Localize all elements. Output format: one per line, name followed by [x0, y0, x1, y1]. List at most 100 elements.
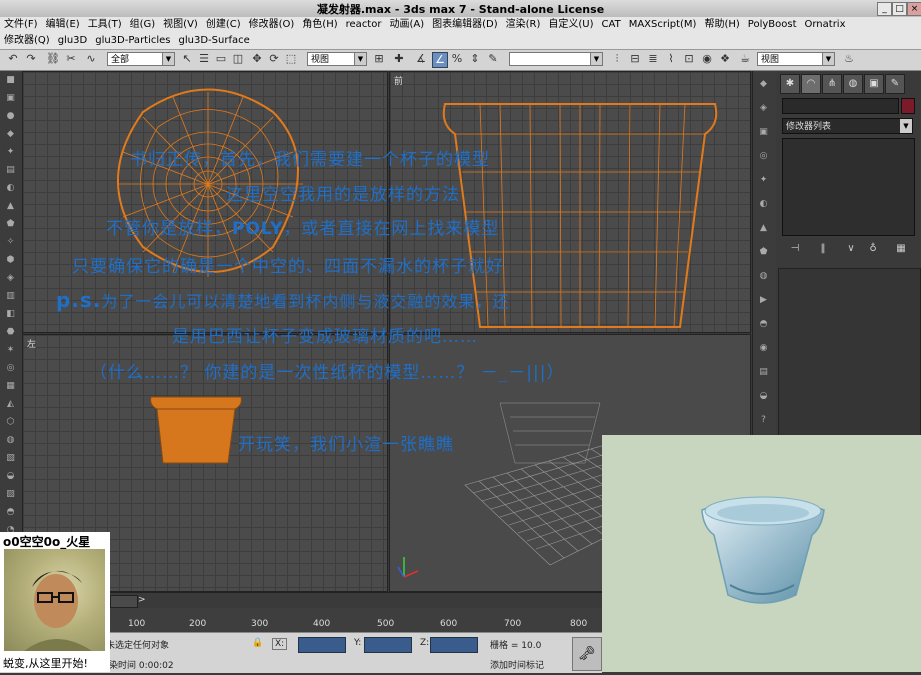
side-icon-6[interactable]: ◐	[757, 199, 770, 210]
tool-icon-4[interactable]: ◆	[4, 129, 17, 140]
select-icon[interactable]: ↖	[180, 52, 194, 66]
tool-icon-22[interactable]: ▧	[4, 453, 17, 464]
key-icon[interactable]: 🗝	[572, 637, 602, 671]
coord-x-field[interactable]	[298, 637, 346, 653]
unlink-icon[interactable]: ✂	[64, 52, 78, 66]
menu-maxscript[interactable]: MAXScript(M)	[625, 17, 701, 33]
lock-selection-icon[interactable]: 🔒	[252, 638, 263, 648]
snap-icon[interactable]: ∡	[414, 52, 428, 66]
menu-help[interactable]: 帮助(H)	[700, 17, 743, 33]
side-icon-9[interactable]: ◍	[757, 271, 770, 282]
show-end-result-icon[interactable]: ‖	[816, 242, 830, 256]
motion-tab-icon[interactable]: ◍	[843, 74, 863, 94]
side-icon-5[interactable]: ✦	[757, 175, 770, 186]
spinner-snap-icon[interactable]: ⇕	[468, 52, 482, 66]
coord-z-field[interactable]	[430, 637, 478, 653]
close-button[interactable]: ×	[907, 2, 921, 16]
bind-spacewarp-icon[interactable]: ∿	[84, 52, 98, 66]
tool-icon-24[interactable]: ▨	[4, 489, 17, 500]
named-selection-dropdown[interactable]: ▼	[509, 52, 603, 66]
selection-filter-dropdown[interactable]: 全部 ▼	[107, 52, 175, 66]
scale-icon[interactable]: ⬚	[284, 52, 298, 66]
move-icon[interactable]: ✥	[250, 52, 264, 66]
percent-snap-icon[interactable]: %	[450, 52, 464, 66]
ref-coord-dropdown[interactable]: 视图 ▼	[307, 52, 367, 66]
menu-views[interactable]: 视图(V)	[159, 17, 202, 33]
quick-render-icon[interactable]: ☕	[738, 52, 752, 66]
tool-icon-16[interactable]: ✶	[4, 345, 17, 356]
tool-icon-23[interactable]: ◒	[4, 471, 17, 482]
menu-file[interactable]: 文件(F)	[0, 17, 42, 33]
tool-icon-11[interactable]: ⬢	[4, 255, 17, 266]
remove-modifier-icon[interactable]: ♁	[866, 242, 880, 256]
create-tab-icon[interactable]: ✱	[780, 74, 800, 94]
tool-icon-21[interactable]: ◍	[4, 435, 17, 446]
undo-icon[interactable]: ↶	[6, 52, 20, 66]
angle-snap-icon[interactable]: ∠	[432, 52, 448, 68]
teapot-render-icon[interactable]: ♨	[842, 52, 856, 66]
menu-rendering[interactable]: 渲染(R)	[502, 17, 545, 33]
menu-animation[interactable]: 动画(A)	[385, 17, 428, 33]
tool-icon-14[interactable]: ◧	[4, 309, 17, 320]
menu-edit[interactable]: 编辑(E)	[42, 17, 84, 33]
menu-glu3d[interactable]: glu3D	[54, 33, 92, 49]
side-icon-3[interactable]: ▣	[757, 127, 770, 138]
tool-icon-10[interactable]: ✧	[4, 237, 17, 248]
side-icon-4[interactable]: ◎	[757, 151, 770, 162]
tool-icon-20[interactable]: ⬡	[4, 417, 17, 428]
hierarchy-tab-icon[interactable]: ⋔	[822, 74, 842, 94]
menu-modifiers-q[interactable]: 修改器(Q)	[0, 33, 54, 49]
mirror-icon[interactable]: ⫶	[610, 52, 624, 66]
utilities-tab-icon[interactable]: ✎	[885, 74, 905, 94]
menu-customize[interactable]: 自定义(U)	[544, 17, 597, 33]
menu-glu3d-particles[interactable]: glu3D-Particles	[91, 33, 174, 49]
modifier-stack[interactable]	[782, 138, 915, 236]
tool-icon-18[interactable]: ▦	[4, 381, 17, 392]
menu-group[interactable]: 组(G)	[126, 17, 160, 33]
link-icon[interactable]: ⛓	[46, 52, 60, 66]
tool-icon-5[interactable]: ✦	[4, 147, 17, 158]
side-icon-8[interactable]: ⬟	[757, 247, 770, 258]
select-region-icon[interactable]: ▭	[214, 52, 228, 66]
menu-tools[interactable]: 工具(T)	[84, 17, 126, 33]
redo-icon[interactable]: ↷	[24, 52, 38, 66]
object-color-swatch[interactable]	[901, 98, 915, 114]
tool-icon-15[interactable]: ⬣	[4, 327, 17, 338]
tool-icon-13[interactable]: ▥	[4, 291, 17, 302]
tool-icon-25[interactable]: ◓	[4, 507, 17, 518]
side-icon-1[interactable]: ◆	[757, 79, 770, 90]
tool-icon-7[interactable]: ◐	[4, 183, 17, 194]
tool-icon-8[interactable]: ▲	[4, 201, 17, 212]
tool-icon-12[interactable]: ◈	[4, 273, 17, 284]
object-name-field[interactable]	[782, 98, 899, 114]
menu-graph-editors[interactable]: 图表编辑器(D)	[428, 17, 502, 33]
layer-manager-icon[interactable]: ≣	[646, 52, 660, 66]
time-slider-thumb[interactable]	[110, 595, 138, 608]
menu-reactor[interactable]: reactor	[342, 17, 386, 33]
side-icon-13[interactable]: ▤	[757, 367, 770, 378]
curve-editor-icon[interactable]: ⌇	[664, 52, 678, 66]
rotate-icon[interactable]: ⟳	[267, 52, 281, 66]
menu-polyboost[interactable]: PolyBoost	[744, 17, 801, 33]
pivot-icon[interactable]: ⊞	[372, 52, 386, 66]
menu-glu3d-surface[interactable]: glu3D-Surface	[175, 33, 254, 49]
material-editor-icon[interactable]: ◉	[700, 52, 714, 66]
side-icon-14[interactable]: ◒	[757, 391, 770, 402]
next-arrow-icon[interactable]: >	[138, 595, 148, 606]
tool-icon-17[interactable]: ◎	[4, 363, 17, 374]
side-icon-10[interactable]: ▶	[757, 295, 770, 306]
side-icon-15[interactable]: ?	[757, 415, 770, 426]
side-icon-12[interactable]: ◉	[757, 343, 770, 354]
menu-create[interactable]: 创建(C)	[202, 17, 245, 33]
side-icon-11[interactable]: ◓	[757, 319, 770, 330]
modifier-list-dropdown[interactable]: 修改器列表 ▼	[782, 118, 913, 134]
maximize-button[interactable]: □	[892, 2, 907, 16]
coord-y-field[interactable]	[364, 637, 412, 653]
minimize-button[interactable]: _	[877, 2, 892, 16]
tool-icon-9[interactable]: ⬟	[4, 219, 17, 230]
add-time-tag[interactable]: 添加时间标记	[490, 658, 544, 671]
menu-character[interactable]: 角色(H)	[298, 17, 341, 33]
tool-icon-1[interactable]: ■	[4, 75, 17, 86]
schematic-view-icon[interactable]: ⊡	[682, 52, 696, 66]
render-view-dropdown[interactable]: 视图 ▼	[757, 52, 835, 66]
